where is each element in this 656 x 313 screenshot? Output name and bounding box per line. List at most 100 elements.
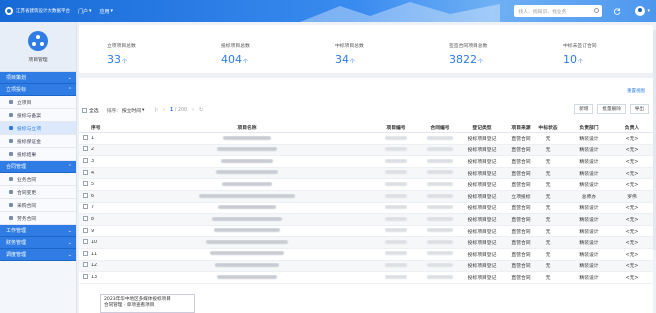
user-avatar[interactable] bbox=[635, 6, 646, 16]
row-checkbox[interactable] bbox=[82, 157, 88, 163]
sidebar-item-contract-change[interactable]: 合同变更 bbox=[0, 186, 76, 199]
table-row[interactable]: 4 投标项目登记 直营合同 无 精装设计 <无> bbox=[79, 167, 653, 180]
sidebar-group-work[interactable]: 工作管理 ⌄ bbox=[0, 225, 76, 237]
sidebar-item-labor-contract[interactable]: 劳务合同 bbox=[0, 212, 76, 225]
select-all-checkbox[interactable] bbox=[82, 107, 87, 113]
header-project-name[interactable]: 项目名称 bbox=[109, 124, 385, 131]
row-checkbox[interactable] bbox=[82, 273, 88, 279]
global-search-input[interactable]: 找人、找知识、找业务 bbox=[514, 5, 603, 17]
sidebar-item-bid-deposit[interactable]: 投标保证金 bbox=[0, 135, 76, 148]
row-project-name[interactable] bbox=[109, 239, 385, 246]
refresh-icon[interactable] bbox=[614, 7, 621, 15]
refresh-icon[interactable]: ↻ bbox=[199, 108, 203, 113]
row-project-name[interactable] bbox=[109, 158, 385, 165]
stat-card[interactable]: 签签合同项目总数 3822个 bbox=[421, 25, 535, 73]
stat-card[interactable]: 投标项目总数 404个 bbox=[193, 25, 307, 73]
sidebar-item-bid-filing[interactable]: 投标与备案 bbox=[0, 109, 76, 122]
stat-card[interactable]: 立项项目总数 33个 bbox=[79, 25, 193, 73]
sidebar-group-bidding[interactable]: 立项投标 ⌃ bbox=[0, 84, 76, 96]
header-bid-status[interactable]: 中标状态 bbox=[537, 124, 559, 131]
row-project-name[interactable] bbox=[109, 147, 385, 153]
row-project-name[interactable] bbox=[109, 170, 385, 176]
sidebar-item-business-contract[interactable]: 业务合同 bbox=[0, 173, 76, 186]
sidebar-group-finance[interactable]: 财务管理 ⌄ bbox=[0, 237, 76, 249]
redacted-text bbox=[385, 228, 407, 233]
select-all[interactable]: 全选 bbox=[82, 107, 99, 114]
redacted-text bbox=[217, 274, 277, 279]
table-row[interactable]: 7 投标项目登记 直营合同 无 精装设计 <无> bbox=[79, 203, 653, 215]
row-checkbox[interactable] bbox=[82, 134, 88, 140]
row-checkbox[interactable] bbox=[82, 169, 88, 175]
add-button[interactable]: 新增 bbox=[574, 104, 594, 114]
table-row[interactable]: 6 投标项目登记 立项投标 无 总师办 罗伟 bbox=[79, 190, 653, 203]
table-row[interactable]: 1 投标项目登记 直营合同 无 精装设计 <无> bbox=[79, 133, 653, 145]
row-checkbox-wrap bbox=[82, 157, 88, 165]
row-project-name[interactable] bbox=[109, 228, 385, 234]
row-project-name[interactable] bbox=[109, 193, 385, 200]
table-row[interactable]: 5 投标项目登记 直营合同 无 精装设计 <无> bbox=[79, 179, 653, 191]
table-row[interactable]: 10 投标项目登记 直营合同 无 精装设计 <无> bbox=[79, 237, 653, 249]
sidebar-item-label: 劳务合同 bbox=[17, 216, 37, 222]
first-page-icon[interactable]: |‹ bbox=[154, 108, 158, 113]
prev-page-icon[interactable]: ‹ bbox=[163, 108, 165, 113]
nav-portal[interactable]: 门户 ▾ bbox=[78, 8, 92, 15]
row-project-name[interactable] bbox=[109, 216, 385, 223]
table-row[interactable]: 13 投标项目登记 直营合同 无 精装设计 <无> bbox=[79, 272, 653, 284]
row-project-name[interactable] bbox=[109, 251, 385, 257]
row-project-no bbox=[383, 193, 409, 200]
sidebar-item-purchase-contract[interactable]: 采购合同 bbox=[0, 199, 76, 212]
row-checkbox[interactable] bbox=[82, 192, 88, 198]
nav-apps[interactable]: 应用 ▾ bbox=[100, 8, 114, 15]
header-department[interactable]: 负责部门 bbox=[567, 124, 611, 131]
row-project-name[interactable] bbox=[109, 263, 385, 269]
sidebar-item-project[interactable]: 立项目 bbox=[0, 96, 76, 109]
table-row[interactable]: 12 投标项目登记 直营合同 无 精装设计 <无> bbox=[79, 260, 653, 273]
redacted-text bbox=[214, 228, 280, 233]
header-contract-no[interactable]: 合同编号 bbox=[420, 124, 460, 131]
row-checkbox[interactable] bbox=[82, 181, 88, 187]
row-person: <无> bbox=[625, 183, 639, 189]
table-row[interactable]: 2 投标项目登记 直营合同 无 精装设计 <无> bbox=[79, 144, 653, 157]
sidebar-item-bid-project[interactable]: 投标与立项 bbox=[0, 122, 76, 135]
redacted-text bbox=[427, 205, 453, 210]
sidebar-group-planning[interactable]: 项目策划 ⌄ bbox=[0, 72, 76, 84]
row-project-name[interactable] bbox=[109, 274, 385, 281]
sidebar-item-label: 投标与备案 bbox=[17, 113, 41, 119]
redacted-text bbox=[222, 181, 272, 186]
row-project-name[interactable] bbox=[109, 205, 385, 211]
row-project-name[interactable] bbox=[109, 135, 385, 142]
header-index[interactable]: 序号 bbox=[91, 124, 107, 131]
table-row[interactable]: 8 投标项目登记 直营合同 无 精装设计 <无> bbox=[79, 214, 653, 226]
batch-delete-button[interactable]: 批量删除 bbox=[597, 104, 626, 114]
row-checkbox[interactable] bbox=[82, 227, 88, 233]
search-icon[interactable] bbox=[594, 8, 600, 13]
export-button[interactable]: 导出 bbox=[629, 104, 649, 114]
page-current[interactable]: 1 bbox=[170, 108, 173, 113]
row-checkbox[interactable] bbox=[82, 262, 88, 268]
header-source[interactable]: 项目来源 bbox=[507, 124, 535, 131]
sidebar-group-dispatch[interactable]: 调度管理 ⌄ bbox=[0, 249, 76, 261]
row-contract-no bbox=[420, 239, 460, 246]
sidebar-item-bid-result[interactable]: 投标结果 bbox=[0, 148, 76, 161]
reset-view-link[interactable]: 重置视图 bbox=[627, 88, 645, 94]
row-checkbox[interactable] bbox=[82, 250, 88, 256]
header-register-type[interactable]: 登记类型 bbox=[462, 124, 502, 131]
table-row[interactable]: 3 投标项目登记 直营合同 无 精装设计 <无> bbox=[79, 156, 653, 168]
header-project-no[interactable]: 项目编号 bbox=[383, 124, 409, 131]
row-checkbox[interactable] bbox=[82, 204, 88, 210]
row-project-name[interactable] bbox=[109, 181, 385, 188]
next-page-icon[interactable]: › bbox=[192, 108, 194, 113]
sidebar-group-contract[interactable]: 合同管理 ⌃ bbox=[0, 161, 76, 173]
header-person[interactable]: 负责人 bbox=[617, 124, 647, 131]
stat-card[interactable]: 中标项目总数 34个 bbox=[307, 25, 421, 73]
sort-select[interactable]: 按立时间 ▾ bbox=[122, 107, 145, 114]
table-row[interactable]: 11 投标项目登记 直营合同 无 精装设计 <无> bbox=[79, 249, 653, 261]
row-checkbox[interactable] bbox=[82, 146, 88, 152]
app-logo-icon[interactable] bbox=[5, 7, 13, 15]
row-checkbox[interactable] bbox=[82, 239, 88, 245]
stat-card[interactable]: 中标未签订合同 10个 bbox=[535, 25, 649, 73]
table-row[interactable]: 9 投标项目登记 直营合同 无 精装设计 <无> bbox=[79, 226, 653, 238]
row-checkbox[interactable] bbox=[82, 215, 88, 221]
chevron-down-icon[interactable]: ▾ bbox=[647, 8, 650, 14]
menu-item-icon bbox=[9, 139, 13, 143]
